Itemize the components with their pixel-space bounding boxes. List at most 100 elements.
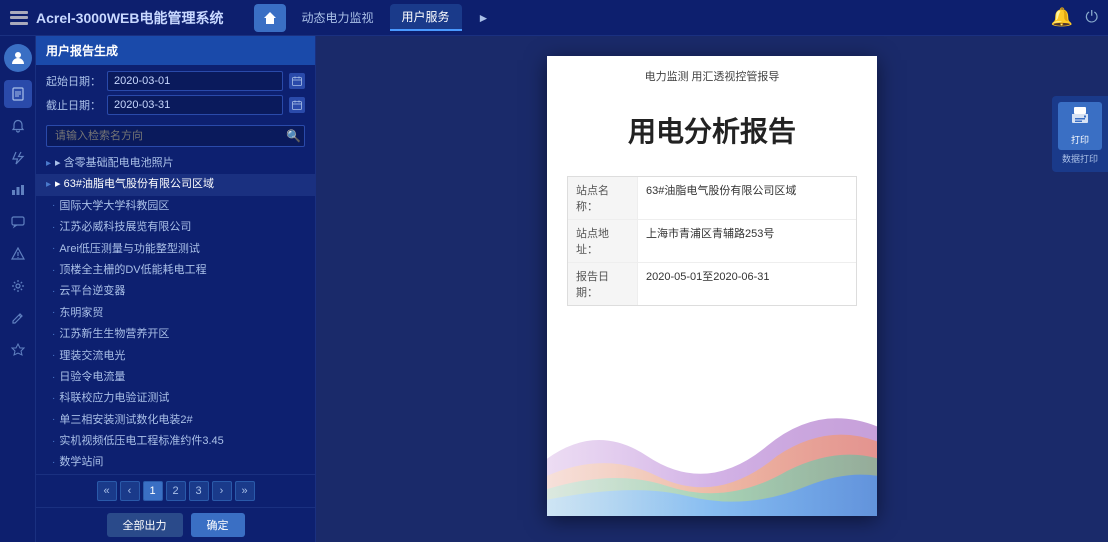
tree-item-icon: · (52, 306, 55, 320)
start-date-picker[interactable] (289, 73, 305, 89)
end-date-picker[interactable] (289, 97, 305, 113)
sidebar-item-chat[interactable] (4, 208, 32, 236)
app-title: Acrel-3000WEB电能管理系统 (36, 8, 224, 28)
topbar-right: 🔔 ⏻ (1051, 7, 1098, 28)
nav-tab-user-service[interactable]: 用户服务 (390, 4, 462, 31)
tree-item-icon: · (52, 199, 55, 213)
tree-item[interactable]: · Arei低压测量与功能整型测试 (36, 239, 315, 260)
tree-list: ▸▸ 含零基础配电电池照片▸▸ 63#油脂电气股份有限公司区域·国际大学大学科教… (36, 151, 315, 474)
menu-icon[interactable] (10, 11, 28, 25)
printer-icon (1070, 106, 1090, 131)
tree-item-icon: · (52, 242, 55, 256)
tree-item-label: 江苏新生生物营养开区 (59, 327, 169, 342)
tree-item[interactable]: ·实机视频低压电工程标准约件3.45 (36, 431, 315, 452)
sidebar-item-bell[interactable] (4, 112, 32, 140)
tree-item[interactable]: · 日验令电流量 (36, 367, 315, 388)
tree-item-label: 日验令电流量 (59, 370, 125, 385)
search-input[interactable] (46, 125, 305, 147)
page-first-btn[interactable]: « (97, 481, 117, 501)
home-button[interactable] (254, 4, 286, 32)
report-info-value: 上海市青浦区青辅路253号 (638, 220, 856, 262)
report-header-text: 电力监测 用汇透视控管报导 (547, 56, 877, 90)
nav-tab-more[interactable]: ► (466, 7, 502, 29)
right-float-panel: 打印 数据打印 (1052, 96, 1108, 172)
tree-item[interactable]: · 数学站间 (36, 452, 315, 473)
confirm-btn[interactable]: 确定 (191, 513, 245, 537)
sidebar-item-chart[interactable] (4, 176, 32, 204)
tree-item[interactable]: ·江苏新生生物营养开区 (36, 324, 315, 345)
report-info-table: 站点名称：63#油脂电气股份有限公司区域站点地址：上海市青浦区青辅路253号报告… (567, 176, 857, 306)
tree-item[interactable]: · 江苏必威科技展览有限公司 (36, 217, 315, 238)
tree-item-label: Arei低压测量与功能整型测试 (59, 242, 200, 257)
sidebar-item-edit[interactable] (4, 304, 32, 332)
page-3-btn[interactable]: 3 (189, 481, 209, 501)
nav-tab-monitoring[interactable]: 动态电力监视 (290, 5, 386, 30)
power-icon[interactable]: ⏻ (1085, 9, 1098, 27)
top-nav: 动态电力监视 用户服务 ► (254, 4, 502, 32)
sidebar-item-report[interactable] (4, 80, 32, 108)
tree-item-label: 数学站间 (59, 455, 103, 470)
alert-icon[interactable]: 🔔 (1051, 7, 1073, 28)
tree-item-icon: ▸ (46, 178, 51, 192)
tree-item-icon: ▸ (46, 157, 51, 171)
sidebar-item-power[interactable] (4, 144, 32, 172)
search-icon[interactable]: 🔍 (286, 129, 301, 143)
report-info-value: 63#油脂电气股份有限公司区域 (638, 177, 856, 219)
tree-item[interactable]: ·单三相安装测试数化电装2# (36, 410, 315, 431)
tree-item-icon: · (52, 285, 55, 299)
topbar: Acrel-3000WEB电能管理系统 动态电力监视 用户服务 ► 🔔 ⏻ (0, 0, 1108, 36)
report-info-row: 站点地址：上海市青浦区青辅路253号 (568, 220, 856, 263)
tree-item-label: 云平台逆变器 (59, 284, 125, 299)
end-date-row: 截止日期： (46, 95, 305, 115)
tree-item[interactable]: · 理装交流电光 (36, 346, 315, 367)
print-btn[interactable]: 打印 (1058, 102, 1102, 150)
start-date-label: 起始日期： (46, 73, 101, 89)
content-area: 电力监测 用汇透视控管报导 用电分析报告 站点名称：63#油脂电气股份有限公司区… (316, 36, 1108, 542)
sidebar-item-gear[interactable] (4, 336, 32, 364)
tree-item-icon: · (52, 349, 55, 363)
main-layout: 用户报告生成 起始日期： 截止日期： (0, 36, 1108, 542)
panel-form: 起始日期： 截止日期： (36, 65, 315, 121)
sidebar-icons (0, 36, 36, 542)
report-info-label: 站点地址： (568, 220, 638, 262)
preview-btn[interactable]: 全部出力 (107, 513, 183, 537)
tree-item[interactable]: ▸ ▸ 63#油脂电气股份有限公司区域 (36, 174, 315, 195)
page-next-btn[interactable]: › (212, 481, 232, 501)
tree-item-label: 顶楼全主栅的DV低能耗电工程 (59, 263, 206, 278)
export-label: 数据打印 (1062, 154, 1098, 166)
end-date-input[interactable] (107, 95, 283, 115)
tree-item[interactable]: ·科联校应力电验证测试 (36, 388, 315, 409)
bottom-buttons: 全部出力 确定 (36, 507, 315, 542)
tree-item[interactable]: ·顶楼全主栅的DV低能耗电工程 (36, 260, 315, 281)
tree-item-icon: · (52, 456, 55, 470)
tree-item-icon: · (52, 371, 55, 385)
pagination: « ‹ 1 2 3 › » (36, 474, 315, 507)
report-info-label: 报告日期： (568, 263, 638, 305)
page-last-btn[interactable]: » (235, 481, 255, 501)
tree-item-label: 单三相安装测试数化电装2# (59, 413, 192, 428)
tree-item[interactable]: ·东明家贸 (36, 303, 315, 324)
page-1-btn[interactable]: 1 (143, 481, 163, 501)
panel-header: 用户报告生成 (36, 36, 315, 65)
report-info-row: 报告日期：2020-05-01至2020-06-31 (568, 263, 856, 305)
end-date-label: 截止日期： (46, 97, 101, 113)
start-date-input[interactable] (107, 71, 283, 91)
tree-item-label: ▸ 63#油脂电气股份有限公司区域 (55, 177, 214, 192)
left-panel: 用户报告生成 起始日期： 截止日期： (36, 36, 316, 542)
search-row: 🔍 (46, 125, 305, 147)
page-2-btn[interactable]: 2 (166, 481, 186, 501)
print-label: 打印 (1071, 133, 1089, 146)
report-info-value: 2020-05-01至2020-06-31 (638, 263, 856, 305)
tree-item-label: 江苏必威科技展览有限公司 (59, 220, 191, 235)
tree-item-label: 理装交流电光 (59, 349, 125, 364)
sidebar-item-settings[interactable] (4, 272, 32, 300)
user-avatar[interactable] (4, 44, 32, 72)
tree-item-label: 科联校应力电验证测试 (59, 391, 169, 406)
page-prev-btn[interactable]: ‹ (120, 481, 140, 501)
tree-item[interactable]: ·国际大学大学科教园区 (36, 196, 315, 217)
tree-item[interactable]: ▸▸ 含零基础配电电池照片 (36, 153, 315, 174)
sidebar-item-warn[interactable] (4, 240, 32, 268)
tree-item[interactable]: · 云平台逆变器 (36, 281, 315, 302)
report-document: 电力监测 用汇透视控管报导 用电分析报告 站点名称：63#油脂电气股份有限公司区… (547, 56, 877, 516)
tree-item-icon: · (52, 221, 55, 235)
